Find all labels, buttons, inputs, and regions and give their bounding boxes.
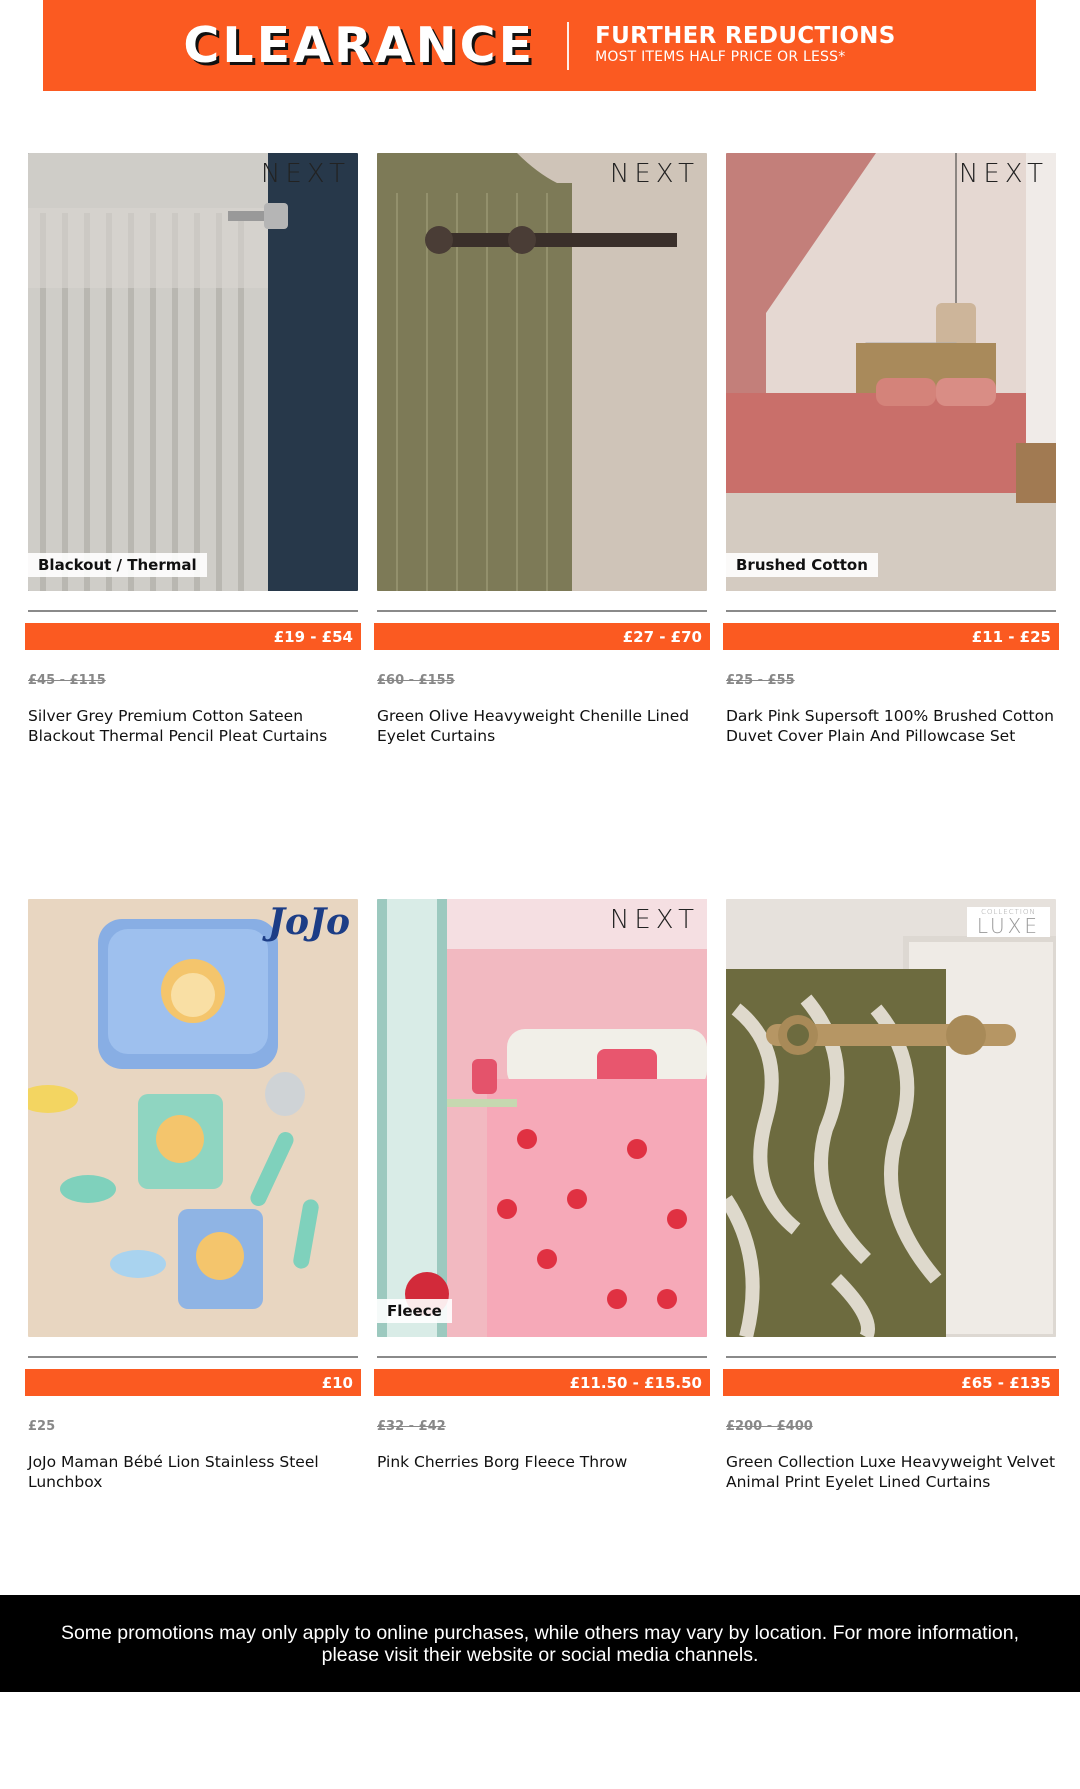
banner-subtitle: FURTHER REDUCTIONS (595, 23, 896, 50)
brand-logo: NEXT (609, 905, 699, 935)
was-price: £45 - £115 (28, 673, 106, 688)
product-name[interactable]: Silver Grey Premium Cotton Sateen Blacko… (28, 706, 358, 746)
product-card[interactable]: NEXT Fleece £11.50 - £15.50 £32 - £42 Pi… (374, 899, 710, 1471)
product-name[interactable]: Pink Cherries Borg Fleece Throw (377, 1452, 707, 1472)
brand-logo: NEXT (260, 159, 350, 189)
brand-logo-main: LUXE (976, 914, 1040, 939)
product-name[interactable]: Green Olive Heavyweight Chenille Lined E… (377, 706, 707, 746)
price-bar: £19 - £54 (25, 623, 361, 650)
price-bar: £27 - £70 (374, 623, 710, 650)
price-bar: £65 - £135 (723, 1369, 1059, 1396)
divider (726, 610, 1056, 612)
clearance-page: CLEARANCE FURTHER REDUCTIONS MOST ITEMS … (0, 0, 1080, 1789)
promo-disclaimer: Some promotions may only apply to online… (0, 1595, 1080, 1692)
product-image[interactable]: NEXT Blackout / Thermal (28, 153, 358, 591)
brand-logo: NEXT (609, 159, 699, 189)
product-card[interactable]: COLLECTION LUXE £65 - £135 £200 - £400 G… (723, 899, 1059, 1491)
was-price: £200 - £400 (726, 1419, 813, 1434)
product-image[interactable]: JoJo (28, 899, 358, 1337)
product-card[interactable]: NEXT Brushed Cotton £11 - £25 £25 - £55 … (723, 153, 1059, 745)
price-bar: £11.50 - £15.50 (374, 1369, 710, 1396)
product-image[interactable]: COLLECTION LUXE (726, 899, 1056, 1337)
product-name[interactable]: Green Collection Luxe Heavyweight Velvet… (726, 1452, 1056, 1492)
product-name[interactable]: Dark Pink Supersoft 100% Brushed Cotton … (726, 706, 1056, 746)
clearance-banner[interactable]: CLEARANCE FURTHER REDUCTIONS MOST ITEMS … (43, 0, 1036, 91)
was-price: £25 - £55 (726, 673, 795, 688)
brand-logo: COLLECTION LUXE (966, 907, 1050, 939)
divider (377, 1356, 707, 1358)
banner-title: CLEARANCE (183, 17, 536, 74)
price-bar: £11 - £25 (723, 623, 1059, 650)
divider (377, 610, 707, 612)
brand-logo: NEXT (958, 159, 1048, 189)
product-image[interactable]: NEXT (377, 153, 707, 591)
product-tag: Brushed Cotton (726, 553, 878, 577)
product-tag: Fleece (377, 1299, 452, 1323)
was-price: £25 (28, 1419, 56, 1434)
product-image[interactable]: NEXT Brushed Cotton (726, 153, 1056, 591)
divider (28, 610, 358, 612)
was-price: £32 - £42 (377, 1419, 446, 1434)
banner-note: MOST ITEMS HALF PRICE OR LESS* (595, 49, 846, 66)
product-image[interactable]: NEXT Fleece (377, 899, 707, 1337)
banner-text-group: FURTHER REDUCTIONS MOST ITEMS HALF PRICE… (595, 24, 896, 66)
brand-logo: JoJo (267, 901, 350, 943)
price-bar: £10 (25, 1369, 361, 1396)
product-tag: Blackout / Thermal (28, 553, 207, 577)
product-card[interactable]: NEXT £27 - £70 £60 - £155 Green Olive He… (374, 153, 710, 745)
product-card[interactable]: NEXT Blackout / Thermal £19 - £54 £45 - … (25, 153, 361, 745)
was-price: £60 - £155 (377, 673, 455, 688)
product-name[interactable]: JoJo Maman Bébé Lion Stainless Steel Lun… (28, 1452, 358, 1492)
divider (726, 1356, 1056, 1358)
disclaimer-text: Some promotions may only apply to online… (60, 1621, 1020, 1666)
banner-divider (567, 21, 570, 70)
product-card[interactable]: JoJo £10 £25 JoJo Maman Bébé Lion Stainl… (25, 899, 361, 1491)
divider (28, 1356, 358, 1358)
